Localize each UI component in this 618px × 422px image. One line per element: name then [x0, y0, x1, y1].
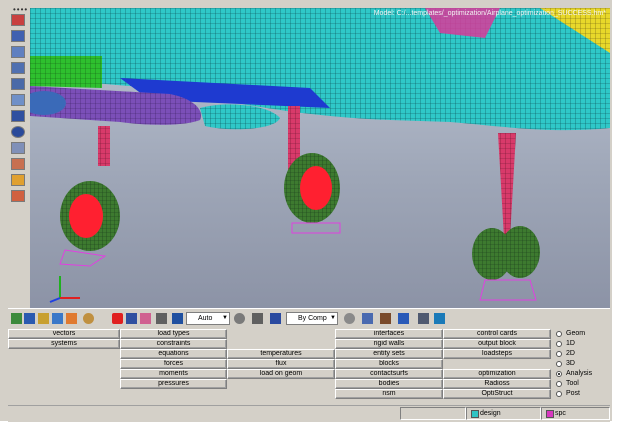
pressures-button[interactable]: pressures — [120, 379, 227, 389]
wing-mesh — [30, 56, 102, 88]
lighting-icon[interactable] — [234, 313, 245, 324]
isolines-icon[interactable] — [398, 313, 409, 324]
visualization-toolbar: Auto ▼ By Comp ▼ — [8, 308, 610, 330]
radioss-button[interactable]: Radioss — [443, 379, 551, 389]
temperatures-button[interactable]: temperatures — [227, 349, 335, 359]
orient-icon[interactable] — [11, 30, 25, 42]
model-file-title: Model: C:/...templates/_optimization/Air… — [373, 10, 606, 17]
zoom-icon[interactable] — [11, 78, 25, 90]
left-wheel-hub — [69, 194, 103, 238]
right-gear-spc — [479, 279, 537, 301]
left-gear-strut — [98, 126, 110, 166]
wireframe-icon[interactable] — [24, 313, 35, 324]
element-shrink-icon[interactable] — [270, 313, 281, 324]
utility-panel: vectors systems load types constraints e… — [8, 329, 610, 405]
rigid-walls-button[interactable]: rigid walls — [335, 339, 443, 349]
color-icon[interactable] — [11, 174, 25, 186]
center-gear-spc — [291, 222, 341, 234]
status-bar: design spc — [8, 405, 610, 422]
attach-icon[interactable] — [156, 313, 167, 324]
mask-icon[interactable] — [11, 190, 25, 202]
right-gear-strut — [498, 133, 516, 238]
optimization-button[interactable]: optimization — [443, 369, 551, 379]
auto-combo[interactable]: Auto ▼ — [186, 312, 230, 325]
radio-analysis[interactable]: Analysis — [556, 369, 610, 379]
current-loadcol-cell[interactable]: design — [466, 407, 541, 420]
transparency-icon[interactable] — [52, 313, 63, 324]
entity-sets-button[interactable]: entity sets — [335, 349, 443, 359]
radio-post[interactable]: Post — [556, 389, 610, 399]
hidden-line-icon[interactable] — [11, 110, 25, 122]
output-block-button[interactable]: output block — [443, 339, 551, 349]
features-icon[interactable] — [38, 313, 49, 324]
right-tire-right — [500, 226, 540, 278]
axis-triad — [49, 276, 80, 303]
constraints-button[interactable]: constraints — [120, 339, 227, 349]
radio-1d[interactable]: 1D — [556, 339, 610, 349]
toolbar-grip[interactable]: •••• — [13, 6, 27, 14]
radio-tool[interactable]: Tool — [556, 379, 610, 389]
radio-2d[interactable]: 2D — [556, 349, 610, 359]
interfaces-button[interactable]: interfaces — [335, 329, 443, 339]
geometry-display-icon[interactable] — [344, 313, 355, 324]
vectors-button[interactable]: vectors — [8, 329, 120, 339]
pan-icon[interactable] — [11, 94, 25, 106]
current-component-label: spc — [555, 410, 566, 417]
radio-3d[interactable]: 3D — [556, 359, 610, 369]
current-component-cell[interactable]: spc — [541, 407, 610, 420]
find-icon[interactable] — [140, 313, 151, 324]
control-cards-button[interactable]: control cards — [443, 329, 551, 339]
color-mode-icon[interactable] — [172, 313, 183, 324]
nsm-button[interactable]: nsm — [335, 389, 443, 399]
graphics-viewport[interactable]: Model: C:/...templates/_optimization/Air… — [30, 8, 610, 308]
shaded-elements-icon[interactable] — [11, 313, 22, 324]
gear-display-icon[interactable] — [83, 313, 94, 324]
forces-button[interactable]: forces — [120, 359, 227, 369]
left-gear-spc — [59, 249, 107, 267]
layers-icon[interactable] — [418, 313, 429, 324]
hypermesh-window: •••• Model: C:/...templates/_optimizatio… — [0, 0, 612, 422]
flux-button[interactable]: flux — [227, 359, 335, 369]
load-on-geom-button[interactable]: load on geom — [227, 369, 335, 379]
display-icon[interactable] — [11, 158, 25, 170]
load-types-button[interactable]: load types — [120, 329, 227, 339]
moments-button[interactable]: moments — [120, 369, 227, 379]
screen-icon[interactable] — [434, 313, 445, 324]
equations-button[interactable]: equations — [120, 349, 227, 359]
element-color-icon[interactable] — [66, 313, 77, 324]
contactsurfs-button[interactable]: contactsurfs — [335, 369, 443, 379]
radio-geom[interactable]: Geom — [556, 329, 610, 339]
optistruct-button[interactable]: OptiStruct — [443, 389, 551, 399]
blocks-button[interactable]: blocks — [335, 359, 443, 369]
spc-color-swatch — [546, 410, 554, 418]
design-color-swatch — [471, 410, 479, 418]
surface-shading-icon[interactable] — [362, 313, 373, 324]
current-loadcol-label: design — [480, 410, 501, 417]
center-wheel-hub — [300, 166, 332, 210]
mask-shapes-icon[interactable] — [126, 313, 137, 324]
close-icon[interactable] — [112, 313, 123, 324]
blank-status-cell — [400, 407, 466, 420]
loadsteps-button[interactable]: loadsteps — [443, 349, 551, 359]
rotate-icon[interactable] — [11, 62, 25, 74]
view-icon[interactable] — [11, 14, 25, 26]
systems-button[interactable]: systems — [8, 339, 120, 349]
bodies-button[interactable]: bodies — [335, 379, 443, 389]
hidden-edges-icon[interactable] — [252, 313, 263, 324]
topology-icon[interactable] — [380, 313, 391, 324]
fit-icon[interactable] — [11, 46, 25, 58]
by-comp-combo[interactable]: By Comp ▼ — [286, 312, 338, 325]
info-icon[interactable] — [11, 126, 25, 138]
collector-icon[interactable] — [11, 142, 25, 154]
left-toolbar: •••• — [8, 6, 31, 308]
model-graphics — [30, 8, 610, 303]
